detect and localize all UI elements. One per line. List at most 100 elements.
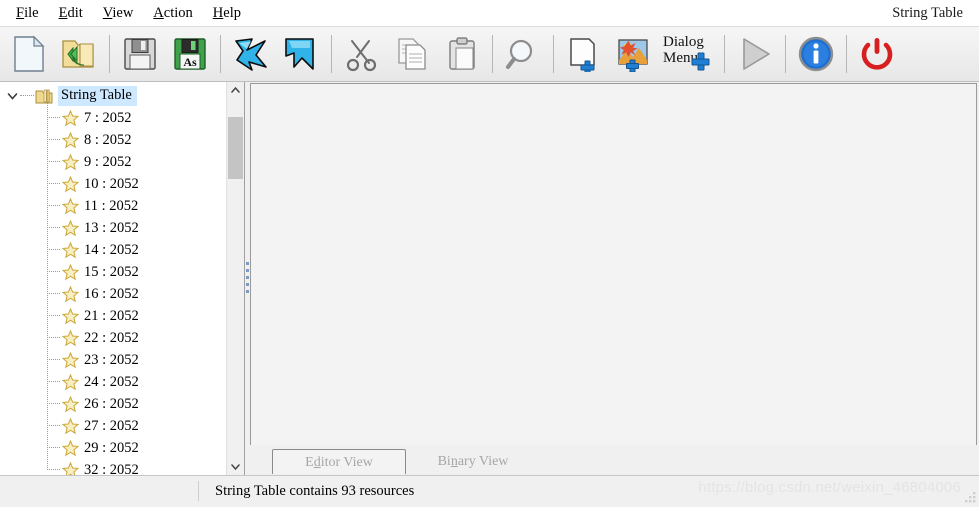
status-cell-left <box>0 481 199 501</box>
tree-item[interactable]: 26 : 2052 <box>0 393 226 415</box>
tree-item[interactable]: 27 : 2052 <box>0 415 226 437</box>
cut-button[interactable] <box>337 28 387 80</box>
tree-item[interactable]: 8 : 2052 <box>0 129 226 151</box>
menu-view[interactable]: View <box>93 2 144 24</box>
tab-binary-view[interactable]: Binary View <box>406 449 540 475</box>
tree-item[interactable]: 15 : 2052 <box>0 261 226 283</box>
search-button[interactable] <box>498 28 548 80</box>
tree-connector <box>47 381 60 383</box>
star-icon <box>61 373 80 391</box>
tree-item[interactable]: 14 : 2052 <box>0 239 226 261</box>
tree-item-label: 16 : 2052 <box>84 285 139 302</box>
tree-item[interactable]: 10 : 2052 <box>0 173 226 195</box>
tree-item-label: 23 : 2052 <box>84 351 139 368</box>
tree-item[interactable]: 21 : 2052 <box>0 305 226 327</box>
tree-connector <box>47 205 60 207</box>
splitter-grip-icon <box>246 261 249 296</box>
tree-item-label: 15 : 2052 <box>84 263 139 280</box>
exit-button[interactable] <box>852 28 902 80</box>
scroll-up-arrow-icon[interactable] <box>227 82 244 99</box>
add-image-button[interactable] <box>609 28 659 80</box>
tree-item-label: 32 : 2052 <box>84 461 139 476</box>
tree-item-label: 24 : 2052 <box>84 373 139 390</box>
star-icon <box>61 461 80 475</box>
star-icon <box>61 197 80 215</box>
undo-arrow-icon <box>232 36 270 72</box>
status-cell-message: String Table contains 93 resources <box>199 481 979 501</box>
paste-button[interactable] <box>437 28 487 80</box>
menu-action[interactable]: Action <box>143 2 202 24</box>
add-resource-button[interactable] <box>559 28 609 80</box>
tree-item-label: 11 : 2052 <box>84 197 139 214</box>
tree-item[interactable]: 23 : 2052 <box>0 349 226 371</box>
star-icon <box>61 351 80 369</box>
save-as-badge-text: As <box>183 55 197 69</box>
star-icon <box>61 263 80 281</box>
menu-edit[interactable]: Edit <box>49 2 93 24</box>
resize-grip-icon[interactable] <box>964 491 977 504</box>
star-icon <box>61 285 80 303</box>
tree-item[interactable]: 16 : 2052 <box>0 283 226 305</box>
toolbar-separator <box>220 35 221 73</box>
tree-item[interactable]: 22 : 2052 <box>0 327 226 349</box>
tree-item-label: 8 : 2052 <box>84 131 132 148</box>
toolbar-separator <box>492 35 493 73</box>
main-body: String Table 7 : 2052 8 : 2052 9 : 2052 10 … <box>0 82 979 476</box>
copy-button[interactable] <box>387 28 437 80</box>
tab-editor-view-label: Editor View <box>305 454 373 470</box>
tree-item[interactable]: 13 : 2052 <box>0 217 226 239</box>
resource-tree[interactable]: String Table 7 : 2052 8 : 2052 9 : 2052 10 … <box>0 82 226 475</box>
undo-button[interactable] <box>226 28 276 80</box>
editor-view-surface[interactable] <box>250 83 977 445</box>
tree-vertical-scrollbar[interactable] <box>226 82 244 475</box>
status-bar: String Table contains 93 resources https… <box>0 475 979 506</box>
tree-item-label: 26 : 2052 <box>84 395 139 412</box>
star-icon <box>61 131 80 149</box>
power-exit-icon <box>859 36 895 72</box>
tree-item[interactable]: 9 : 2052 <box>0 151 226 173</box>
tree-connector <box>47 403 60 405</box>
tree-item[interactable]: 29 : 2052 <box>0 437 226 459</box>
tree-connector <box>47 183 60 185</box>
resource-tree-panel: String Table 7 : 2052 8 : 2052 9 : 2052 10 … <box>0 82 245 475</box>
tree-item-label: 21 : 2052 <box>84 307 139 324</box>
save-button[interactable] <box>115 28 165 80</box>
application-window: File Edit View Action Help String Table <box>0 0 979 506</box>
new-file-button[interactable] <box>4 28 54 80</box>
menu-file[interactable]: File <box>6 2 49 24</box>
info-button[interactable] <box>791 28 841 80</box>
menu-help[interactable]: Help <box>203 2 251 24</box>
tree-item[interactable]: 32 : 2052 <box>0 459 226 475</box>
tree-item-label: 9 : 2052 <box>84 153 132 170</box>
tree-item[interactable]: 24 : 2052 <box>0 371 226 393</box>
tree-item[interactable]: 11 : 2052 <box>0 195 226 217</box>
redo-button[interactable] <box>276 28 326 80</box>
save-as-button[interactable]: As <box>165 28 215 80</box>
toolbar-separator <box>109 35 110 73</box>
tab-editor-view[interactable]: Editor View <box>272 449 406 476</box>
star-icon <box>61 241 80 259</box>
scroll-thumb[interactable] <box>228 117 243 179</box>
open-file-button[interactable] <box>54 28 104 80</box>
star-icon <box>61 439 80 457</box>
panel-splitter[interactable] <box>245 82 250 475</box>
tree-connector <box>47 293 60 295</box>
tree-root-string-table[interactable]: String Table <box>0 85 226 107</box>
cut-scissors-icon <box>344 36 380 72</box>
toolbar-separator <box>724 35 725 73</box>
run-button[interactable] <box>730 28 780 80</box>
run-play-icon <box>735 34 775 74</box>
search-magnifier-icon <box>505 36 541 72</box>
new-file-icon <box>12 35 46 73</box>
scroll-down-arrow-icon[interactable] <box>227 458 244 475</box>
tree-connector <box>47 315 60 317</box>
chevron-down-icon[interactable] <box>4 88 20 104</box>
toolbar-separator <box>331 35 332 73</box>
star-icon <box>61 307 80 325</box>
tree-connector <box>47 227 60 229</box>
tree-item-label: 10 : 2052 <box>84 175 139 192</box>
toolbar-separator <box>785 35 786 73</box>
scroll-track[interactable] <box>227 99 244 458</box>
tree-item[interactable]: 7 : 2052 <box>0 107 226 129</box>
add-dialog-menu-button[interactable]: Dialog Menu <box>659 28 719 80</box>
